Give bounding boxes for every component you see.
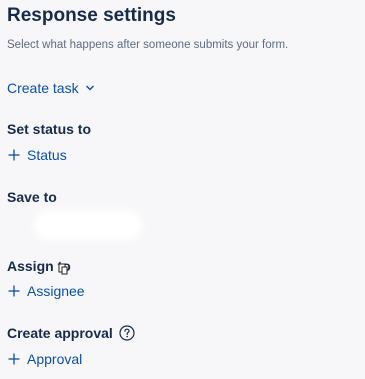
response-settings-panel: Response settings Select what happens af… <box>0 0 365 379</box>
plus-icon <box>8 149 20 161</box>
create-approval-heading: Create approval <box>7 325 135 341</box>
mouse-cursor-icon <box>58 263 68 275</box>
add-approval-label: Approval <box>27 351 83 367</box>
create-approval-label: Create approval <box>7 325 113 341</box>
add-status-button[interactable]: Status <box>7 147 67 163</box>
create-task-dropdown[interactable]: Create task <box>7 80 95 96</box>
chevron-down-icon <box>85 85 94 91</box>
question-circle-icon[interactable] <box>119 325 135 341</box>
set-status-label: Set status to <box>7 121 92 137</box>
save-to-label: Save to <box>7 189 57 205</box>
add-assignee-button[interactable]: Assignee <box>7 283 85 299</box>
create-task-label: Create task <box>7 80 79 96</box>
page-title: Response settings <box>7 5 176 26</box>
page-subtitle: Select what happens after someone submit… <box>7 39 289 51</box>
plus-icon <box>8 285 20 297</box>
plus-icon <box>8 353 20 365</box>
add-assignee-label: Assignee <box>27 283 85 299</box>
add-approval-button[interactable]: Approval <box>7 351 82 367</box>
save-to-value[interactable] <box>34 210 142 240</box>
add-status-label: Status <box>27 147 67 163</box>
